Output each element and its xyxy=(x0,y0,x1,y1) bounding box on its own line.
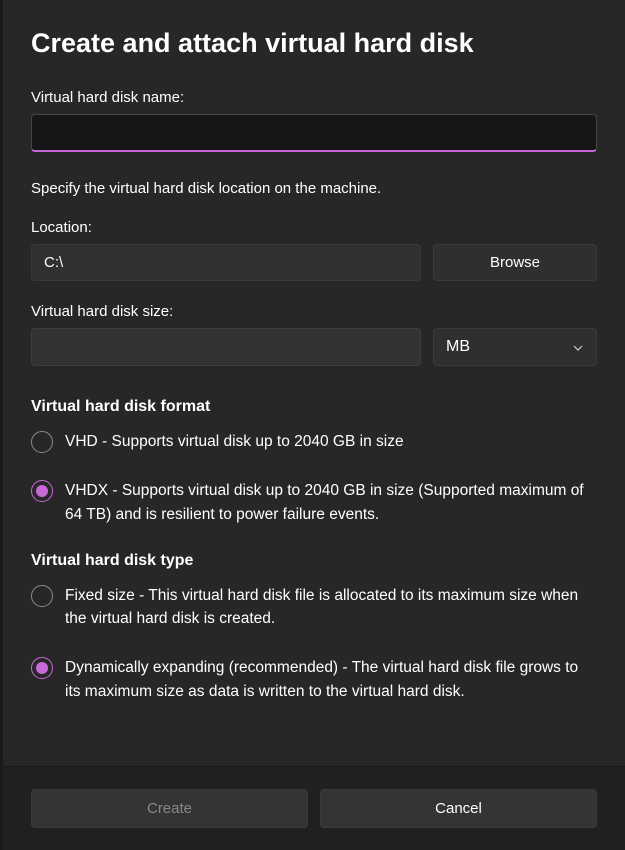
radio-icon xyxy=(31,480,53,502)
radio-label: VHD - Supports virtual disk up to 2040 G… xyxy=(65,430,597,453)
radio-icon xyxy=(31,431,53,453)
location-label: Location: xyxy=(31,219,597,236)
unit-select-value: MB xyxy=(446,338,470,356)
size-input[interactable] xyxy=(31,328,421,366)
dialog-footer: Create Cancel xyxy=(3,766,625,850)
unit-select[interactable]: MB xyxy=(433,328,597,366)
browse-button[interactable]: Browse xyxy=(433,244,597,281)
location-input[interactable] xyxy=(31,244,421,281)
cancel-button[interactable]: Cancel xyxy=(320,789,597,828)
radio-format-vhdx[interactable]: VHDX - Supports virtual disk up to 2040 … xyxy=(31,479,597,526)
radio-type-dynamic[interactable]: Dynamically expanding (recommended) - Th… xyxy=(31,656,597,703)
radio-format-vhd[interactable]: VHD - Supports virtual disk up to 2040 G… xyxy=(31,430,597,453)
chevron-down-icon xyxy=(572,341,584,353)
helper-text: Specify the virtual hard disk location o… xyxy=(31,180,597,197)
radio-type-fixed[interactable]: Fixed size - This virtual hard disk file… xyxy=(31,584,597,631)
type-section-title: Virtual hard disk type xyxy=(31,552,597,570)
vhd-name-input[interactable] xyxy=(31,114,597,152)
radio-label: Dynamically expanding (recommended) - Th… xyxy=(65,656,597,703)
radio-icon xyxy=(31,657,53,679)
dialog-title: Create and attach virtual hard disk xyxy=(31,28,597,59)
size-label: Virtual hard disk size: xyxy=(31,303,597,320)
radio-label: Fixed size - This virtual hard disk file… xyxy=(65,584,597,631)
size-row: MB xyxy=(31,328,597,366)
dialog-container: Create and attach virtual hard disk Virt… xyxy=(0,0,625,850)
dialog-content: Create and attach virtual hard disk Virt… xyxy=(3,0,625,766)
format-section-title: Virtual hard disk format xyxy=(31,398,597,416)
vhd-name-label: Virtual hard disk name: xyxy=(31,89,597,106)
radio-label: VHDX - Supports virtual disk up to 2040 … xyxy=(65,479,597,526)
create-button[interactable]: Create xyxy=(31,789,308,828)
radio-icon xyxy=(31,585,53,607)
location-row: Browse xyxy=(31,244,597,281)
